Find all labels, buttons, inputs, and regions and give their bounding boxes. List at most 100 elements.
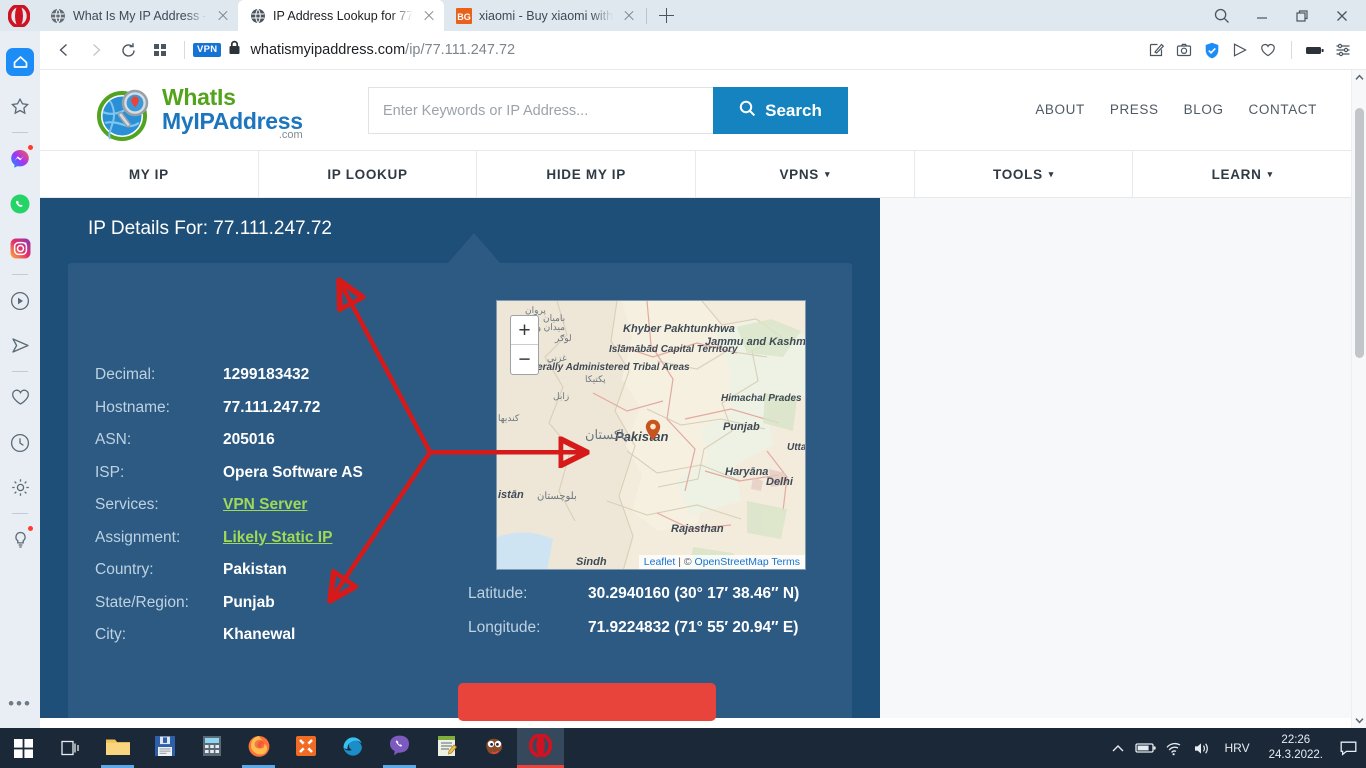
padlock-icon[interactable] xyxy=(228,40,241,60)
language-indicator[interactable]: HRV xyxy=(1217,741,1258,755)
chevron-down-icon: ▾ xyxy=(825,168,831,179)
close-icon[interactable] xyxy=(214,7,232,25)
site-logo[interactable]: WhatIs MyIPAddress .com xyxy=(96,85,303,143)
task-view-icon[interactable] xyxy=(47,728,94,768)
taskbar-item-calculator[interactable] xyxy=(188,728,235,768)
url-domain: whatismyipaddress.com xyxy=(250,42,406,58)
minimize-icon[interactable] xyxy=(1242,0,1282,31)
sidebar-item-settings[interactable] xyxy=(0,465,40,510)
chevron-up-icon[interactable] xyxy=(1352,70,1366,85)
heart-icon[interactable] xyxy=(1255,35,1281,65)
nav-item-learn[interactable]: LEARN ▾ xyxy=(1133,151,1351,197)
camera-icon[interactable] xyxy=(1171,35,1197,65)
vpn-badge[interactable]: VPN xyxy=(193,43,222,57)
top-link-contact[interactable]: CONTACT xyxy=(1249,102,1317,117)
sidebar-item-speed-dial[interactable] xyxy=(0,84,40,129)
clock[interactable]: 22:26 24.3.2022. xyxy=(1260,733,1332,762)
sidebar-item-favorites[interactable] xyxy=(0,375,40,420)
taskbar-item-file-explorer[interactable] xyxy=(94,728,141,768)
nav-label: TOOLS xyxy=(993,166,1043,182)
opera-icon xyxy=(528,732,553,762)
taskbar-item-gimp[interactable] xyxy=(470,728,517,768)
url-path: /ip/77.111.247.72 xyxy=(405,42,516,58)
detail-row-hostname: Hostname: 77.111.247.72 xyxy=(95,399,515,432)
detail-value-link[interactable]: VPN Server xyxy=(223,496,307,514)
snapshot-icon[interactable] xyxy=(1143,35,1169,65)
terms-link[interactable]: Terms xyxy=(771,556,800,568)
search-icon[interactable] xyxy=(1202,0,1242,31)
tab-2[interactable]: IP Address Lookup for 77.1 xyxy=(238,0,444,31)
back-arrow-icon[interactable] xyxy=(48,34,80,66)
screen: What Is My IP Address - Se IP Address Lo… xyxy=(0,0,1366,768)
tab-3[interactable]: BG xiaomi - Buy xiaomi with fr xyxy=(444,0,644,31)
opera-logo-icon[interactable] xyxy=(0,0,38,31)
scrollbar-thumb[interactable] xyxy=(1355,108,1364,358)
battery-icon[interactable] xyxy=(1302,35,1328,65)
nav-item-hide-my-ip[interactable]: HIDE MY IP xyxy=(477,151,697,197)
sidebar-item-player[interactable] xyxy=(0,278,40,323)
send-icon[interactable] xyxy=(1227,35,1253,65)
taskbar-item-notepad-app[interactable] xyxy=(423,728,470,768)
nav-item-ip-lookup[interactable]: IP LOOKUP xyxy=(259,151,478,197)
taskbar-item-opera[interactable] xyxy=(517,728,564,768)
nav-item-tools[interactable]: TOOLS ▾ xyxy=(915,151,1134,197)
easy-setup-icon[interactable] xyxy=(1330,35,1356,65)
taskbar-item-firefox[interactable] xyxy=(235,728,282,768)
windows-start-icon[interactable] xyxy=(0,728,47,768)
sidebar-item-history[interactable] xyxy=(0,420,40,465)
nav-item-my-ip[interactable]: MY IP xyxy=(40,151,259,197)
action-center-icon[interactable] xyxy=(1334,728,1362,768)
sidebar-item-telegram[interactable] xyxy=(0,323,40,368)
folder-icon xyxy=(105,735,131,762)
taskbar-item-xampp[interactable] xyxy=(282,728,329,768)
whatsapp-icon xyxy=(6,190,34,218)
taskbar-item-viber[interactable] xyxy=(376,728,423,768)
cta-button[interactable] xyxy=(458,683,716,721)
search-input[interactable] xyxy=(368,87,713,134)
page-viewport: WhatIs MyIPAddress .com Sea xyxy=(40,70,1366,728)
zoom-out-button[interactable]: − xyxy=(511,345,538,374)
sidebar-item-messenger[interactable] xyxy=(0,136,40,181)
taskbar-item-microsoft-edge[interactable] xyxy=(329,728,376,768)
top-link-blog[interactable]: BLOG xyxy=(1184,102,1224,117)
clock-icon xyxy=(6,429,34,457)
tab-1[interactable]: What Is My IP Address - Se xyxy=(38,0,238,31)
sidebar-item-home[interactable] xyxy=(0,39,40,84)
page-scrollbar[interactable] xyxy=(1351,70,1366,728)
shield-badge-icon[interactable] xyxy=(1199,35,1225,65)
zoom-in-button[interactable]: + xyxy=(511,316,538,345)
top-link-about[interactable]: ABOUT xyxy=(1035,102,1085,117)
chevron-up-icon[interactable] xyxy=(1105,728,1131,768)
ip-details-list: Decimal: 1299183432 Hostname: 77.111.247… xyxy=(95,366,515,659)
close-icon[interactable] xyxy=(620,7,638,25)
top-link-press[interactable]: PRESS xyxy=(1110,102,1159,117)
chevron-down-icon[interactable] xyxy=(1352,713,1366,728)
battery-icon[interactable] xyxy=(1133,728,1159,768)
reload-icon[interactable] xyxy=(112,34,144,66)
volume-icon[interactable] xyxy=(1189,728,1215,768)
url-text[interactable]: whatismyipaddress.com/ip/77.111.247.72 xyxy=(250,42,1135,58)
globe-favicon xyxy=(250,8,266,24)
tab-grid-icon[interactable] xyxy=(144,34,176,66)
sidebar-item-tips[interactable] xyxy=(0,517,40,562)
location-map[interactable]: + − Khyber Pakhtunkhwa Jammu and Kashmir I… xyxy=(496,300,806,570)
close-icon[interactable] xyxy=(1322,0,1362,31)
nav-item-vpns[interactable]: VPNS ▾ xyxy=(696,151,915,197)
sidebar-item-instagram[interactable] xyxy=(0,226,40,271)
sidebar-more-button[interactable]: ••• xyxy=(8,695,32,712)
forward-arrow-icon[interactable] xyxy=(80,34,112,66)
search-button[interactable]: Search xyxy=(713,87,848,134)
map-label: زابل xyxy=(553,391,570,401)
new-tab-button[interactable] xyxy=(651,0,681,31)
logo-line-1: WhatIs xyxy=(162,84,236,111)
detail-value-link[interactable]: Likely Static IP xyxy=(223,529,332,547)
leaflet-link[interactable]: Leaflet xyxy=(644,556,676,568)
sidebar-item-whatsapp[interactable] xyxy=(0,181,40,226)
close-icon[interactable] xyxy=(420,7,438,25)
openstreetmap-link[interactable]: OpenStreetMap xyxy=(695,556,769,568)
restore-icon[interactable] xyxy=(1282,0,1322,31)
wifi-icon[interactable] xyxy=(1161,728,1187,768)
map-marker-icon[interactable] xyxy=(645,419,661,441)
taskbar-item-floppy-app[interactable] xyxy=(141,728,188,768)
map-label: Sindh xyxy=(576,556,607,568)
